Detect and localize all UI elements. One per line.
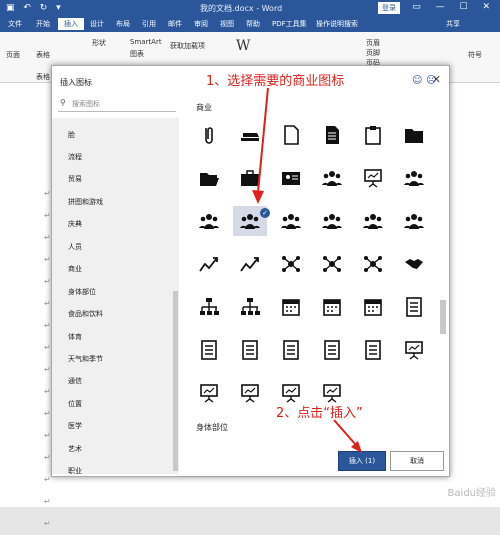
watermark: Baidu经验 xyxy=(447,488,496,499)
annotation-arrows xyxy=(252,87,362,453)
